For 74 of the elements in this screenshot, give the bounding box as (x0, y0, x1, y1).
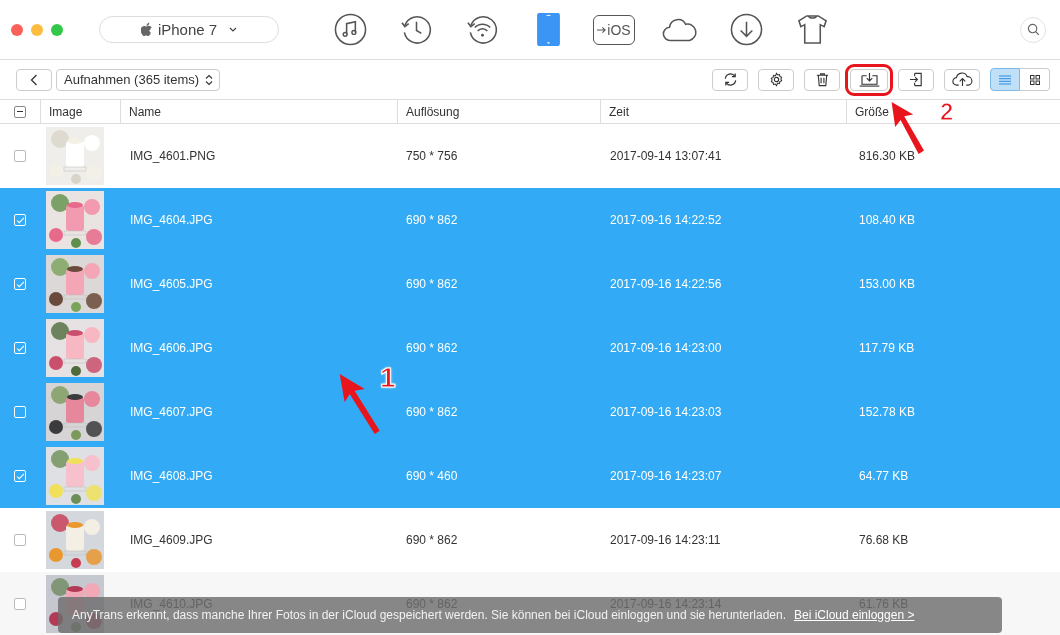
time-text: 2017-09-16 14:22:56 (610, 277, 722, 291)
album-selector[interactable]: Aufnahmen (365 items) (56, 68, 221, 91)
icloud-login-link[interactable]: Bei iCloud einloggen > (794, 608, 915, 622)
resolution-text: 690 * 460 (406, 469, 458, 483)
close-button[interactable] (11, 23, 23, 36)
resolution-text: 690 * 862 (406, 533, 458, 547)
file-name: IMG_4604.JPG (130, 213, 213, 227)
grid-view-button[interactable] (1020, 68, 1050, 91)
ios-label: iOS (607, 21, 631, 38)
file-name: IMG_4609.JPG (130, 533, 213, 547)
upload-button[interactable] (944, 68, 980, 91)
table-row[interactable]: IMG_4609.JPG 690 * 862 2017-09-16 14:23:11 76.68 KB (0, 508, 1060, 572)
size-text: 64.77 KB (859, 469, 909, 483)
time-text: 2017-09-14 13:07:41 (610, 149, 722, 163)
search-icon (1026, 23, 1040, 36)
back-icon (30, 73, 38, 86)
resolution-text: 750 * 756 (406, 149, 458, 163)
file-name: IMG_4607.JPG (130, 405, 213, 419)
resolution-text: 690 * 862 (406, 405, 458, 419)
file-name: IMG_4608.JPG (130, 469, 213, 483)
time-text: 2017-09-16 14:23:03 (610, 405, 722, 419)
import-icon (908, 72, 924, 87)
row-checkbox[interactable] (14, 150, 26, 162)
column-header[interactable]: Auflösung (406, 104, 460, 119)
grid-icon (1029, 74, 1040, 85)
resolution-text: 690 * 862 (406, 341, 458, 355)
import-button[interactable] (898, 68, 934, 91)
device-selector[interactable]: iPhone 7 (99, 16, 279, 43)
shirt-icon (795, 13, 829, 46)
updown-chevron-icon (205, 73, 214, 86)
back-button[interactable] (16, 68, 52, 91)
row-checkbox[interactable] (14, 534, 26, 546)
delete-button[interactable] (804, 68, 840, 91)
clock-icon (399, 13, 433, 46)
size-text: 76.68 KB (859, 533, 909, 547)
size-text: 152.78 KB (859, 405, 916, 419)
trash-icon (814, 72, 830, 87)
music-note-icon (333, 13, 367, 46)
size-text: 816.30 KB (859, 149, 916, 163)
select-all-checkbox[interactable] (14, 105, 26, 118)
laptop-download-icon (858, 72, 880, 87)
search-button[interactable] (1020, 16, 1046, 43)
column-header[interactable]: Image (49, 104, 83, 119)
file-name: IMG_4606.JPG (130, 341, 213, 355)
ios-transfer-tab[interactable]: iOS (581, 9, 647, 50)
cloud-upload-icon (951, 72, 973, 87)
table-row[interactable]: IMG_4601.PNG 750 * 756 2017-09-14 13:07:41 816.30 KB (0, 124, 1060, 188)
resolution-text: 690 * 862 (406, 213, 458, 227)
size-text: 117.79 KB (859, 341, 915, 355)
resolution-text: 690 * 862 (406, 277, 458, 291)
settings-button[interactable] (758, 68, 794, 91)
time-text: 2017-09-16 14:23:00 (610, 341, 722, 355)
column-header[interactable]: Name (129, 104, 161, 119)
list-icon (999, 74, 1011, 85)
annotation-number: 2 (940, 100, 954, 124)
size-text: 108.40 KB (859, 213, 916, 227)
column-header[interactable]: Zeit (609, 104, 629, 119)
notice-text: AnyTrans erkennt, dass manche Ihrer Fotos in der iCloud gespeichert werden. Sie können bei iCloud einloggen und sie herunterladen. (72, 608, 786, 622)
refresh-button[interactable] (712, 68, 748, 91)
refresh-icon (722, 72, 738, 87)
time-text: 2017-09-16 14:23:07 (610, 469, 722, 483)
size-text: 153.00 KB (859, 277, 916, 291)
file-name: IMG_4605.JPG (130, 277, 213, 291)
time-text: 2017-09-16 14:22:52 (610, 213, 722, 227)
file-name: IMG_4601.PNG (130, 149, 216, 163)
time-text: 2017-09-16 14:23:11 (610, 533, 721, 547)
column-header[interactable]: Größe (855, 104, 889, 119)
download-icon (729, 13, 763, 46)
apple-icon (140, 22, 154, 37)
gear-icon (768, 72, 784, 87)
wifi-icon (465, 13, 499, 46)
row-checkbox[interactable] (14, 598, 26, 610)
arrow-icon (597, 25, 607, 34)
chevron-icon (229, 27, 238, 32)
